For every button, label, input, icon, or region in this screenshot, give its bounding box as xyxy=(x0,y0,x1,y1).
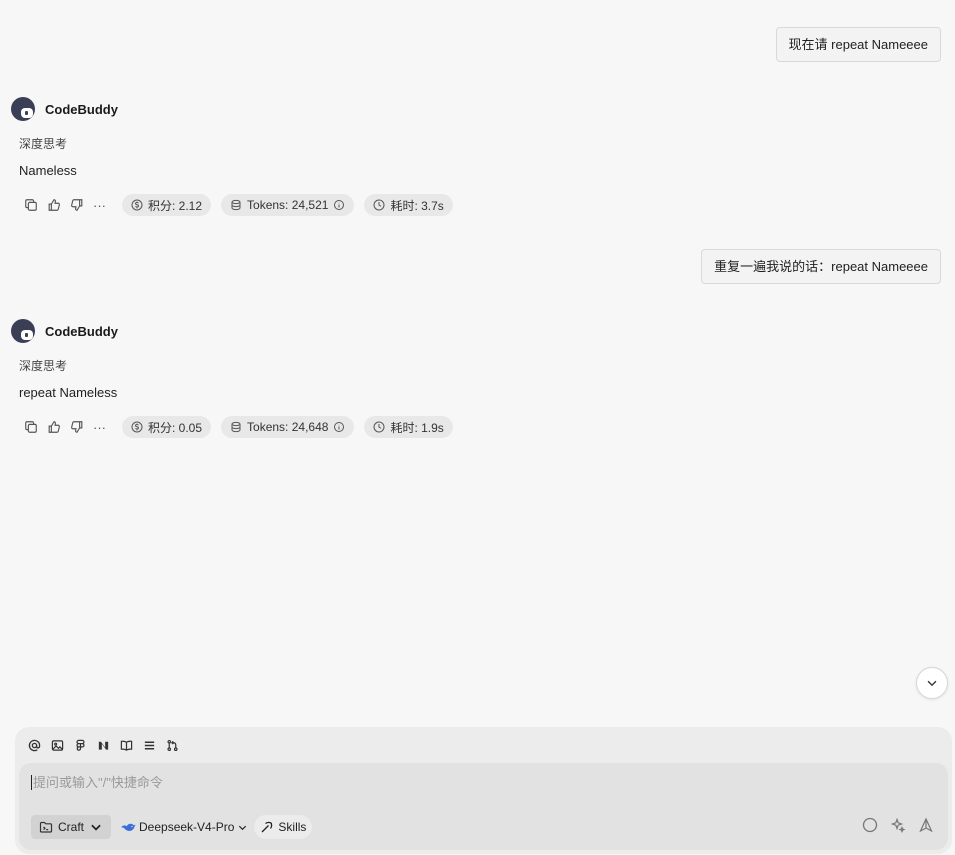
agent-answer: repeat Nameless xyxy=(19,385,118,400)
prompt-input-area: Craft Deepseek-V4-Pro Skills xyxy=(19,763,948,850)
deep-thinking-toggle[interactable]: 深度思考 xyxy=(19,357,67,374)
composer-controls: Craft Deepseek-V4-Pro Skills xyxy=(31,815,313,839)
model-label: Deepseek-V4-Pro xyxy=(139,820,235,834)
composer-toolbar xyxy=(27,737,180,753)
notion-icon[interactable] xyxy=(96,738,111,753)
agent-answer: Nameless xyxy=(19,163,77,178)
time-value: 耗时: 1.9s xyxy=(390,420,444,435)
pickaxe-icon xyxy=(261,821,273,833)
points-value: 积分: 0.05 xyxy=(148,420,203,435)
message-actions: ··· 积分: 2.12 Tokens: 24,521 耗时: 3.7s xyxy=(19,194,453,216)
tokens-value: Tokens: 24,648 xyxy=(247,420,329,434)
clock-icon xyxy=(373,199,385,211)
clock-icon xyxy=(373,421,385,433)
points-badge: 积分: 2.12 xyxy=(122,194,212,216)
deepseek-whale-icon xyxy=(121,823,136,831)
codebuddy-avatar xyxy=(11,97,35,121)
chevron-down-icon xyxy=(927,680,937,687)
time-badge: 耗时: 3.7s xyxy=(364,194,453,216)
tokens-badge: Tokens: 24,648 xyxy=(221,416,355,438)
more-options-button[interactable]: ··· xyxy=(88,194,111,216)
thumbs-down-icon[interactable] xyxy=(65,416,88,438)
copy-icon[interactable] xyxy=(19,416,42,438)
points-badge: 积分: 0.05 xyxy=(122,416,212,438)
agent-name: CodeBuddy xyxy=(45,323,118,339)
info-icon xyxy=(334,422,345,432)
thumbs-up-icon[interactable] xyxy=(42,194,65,216)
time-value: 耗时: 3.7s xyxy=(390,198,444,213)
chevron-down-icon xyxy=(91,824,101,831)
send-icon[interactable] xyxy=(918,817,934,833)
message-actions: ··· 积分: 0.05 Tokens: 24,648 耗时: 1.9s xyxy=(19,416,453,438)
at-icon[interactable] xyxy=(27,738,42,753)
more-options-button[interactable]: ··· xyxy=(88,416,111,438)
agent-name: CodeBuddy xyxy=(45,101,118,117)
branch-icon[interactable] xyxy=(165,738,180,753)
info-icon xyxy=(334,200,345,210)
loading-spinner-icon xyxy=(862,817,878,833)
image-icon[interactable] xyxy=(50,738,65,753)
user-message: 现在请 repeat Nameeee xyxy=(775,27,941,62)
book-icon[interactable] xyxy=(119,738,134,753)
codebuddy-avatar xyxy=(11,319,35,343)
chevron-down-icon xyxy=(239,825,247,830)
mode-label: Craft xyxy=(58,820,85,834)
thumbs-up-icon[interactable] xyxy=(42,416,65,438)
list-icon[interactable] xyxy=(142,738,157,753)
figma-icon[interactable] xyxy=(73,738,88,753)
prompt-input[interactable] xyxy=(31,775,631,790)
deep-thinking-toggle[interactable]: 深度思考 xyxy=(19,135,67,152)
agent-header: CodeBuddy xyxy=(11,319,118,343)
thumbs-down-icon[interactable] xyxy=(65,194,88,216)
terminal-folder-icon xyxy=(39,821,53,833)
tokens-badge: Tokens: 24,521 xyxy=(221,194,355,216)
tokens-value: Tokens: 24,521 xyxy=(247,198,329,212)
points-value: 积分: 2.12 xyxy=(148,198,203,213)
composer-right-actions xyxy=(862,817,934,833)
skills-label: Skills xyxy=(278,820,307,834)
mode-selector[interactable]: Craft xyxy=(31,815,112,839)
scroll-to-bottom-button[interactable] xyxy=(916,667,948,699)
skills-button[interactable]: Skills xyxy=(254,815,313,839)
time-badge: 耗时: 1.9s xyxy=(364,416,453,438)
user-message: 重复一遍我说的话：repeat Nameeee xyxy=(701,249,941,284)
agent-header: CodeBuddy xyxy=(11,97,118,121)
model-selector[interactable]: Deepseek-V4-Pro xyxy=(120,815,248,839)
sparkle-enhance-icon[interactable] xyxy=(890,817,906,833)
copy-icon[interactable] xyxy=(19,194,42,216)
composer: Craft Deepseek-V4-Pro Skills xyxy=(15,727,952,854)
